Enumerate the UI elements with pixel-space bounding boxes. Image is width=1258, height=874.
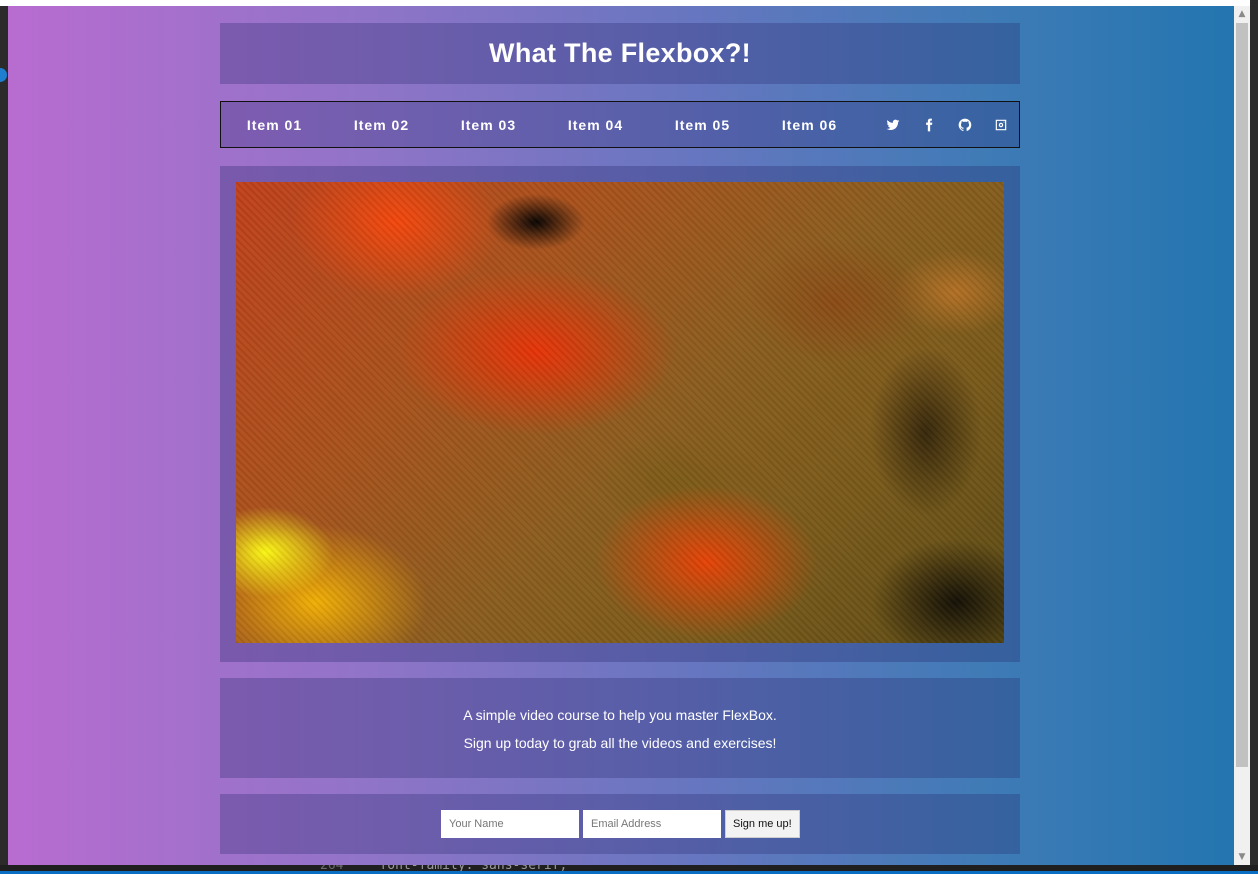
main-nav: Item 01 Item 02 Item 03 Item 04 Item 05 …: [220, 101, 1020, 148]
signup-form: Sign me up!: [441, 810, 800, 838]
browser-viewport: What The Flexbox?! Item 01 Item 02 Item …: [8, 6, 1234, 865]
site-header: What The Flexbox?!: [220, 23, 1020, 84]
twitter-icon[interactable]: [875, 115, 911, 135]
hero-image: [236, 182, 1004, 643]
github-icon[interactable]: [947, 115, 983, 135]
signup-button[interactable]: Sign me up!: [725, 810, 800, 838]
facebook-icon[interactable]: [911, 115, 947, 135]
editor-right-strip: [1250, 0, 1258, 874]
nav-item-04[interactable]: Item 04: [542, 117, 649, 133]
instagram-icon[interactable]: [983, 115, 1019, 135]
code-editor-strip: 264 font-family: sans-serif;: [0, 865, 1258, 874]
intro-line-1: A simple video course to help you master…: [463, 707, 777, 723]
vertical-scrollbar[interactable]: ▲ ▼: [1234, 6, 1250, 865]
social-links: [875, 115, 1019, 135]
nav-item-03[interactable]: Item 03: [435, 117, 542, 133]
email-input[interactable]: [583, 810, 721, 838]
signup-section: Sign me up!: [220, 794, 1020, 854]
editor-indicator-dot: [0, 68, 7, 82]
page-title: What The Flexbox?!: [489, 38, 751, 68]
scroll-down-arrow-icon[interactable]: ▼: [1234, 849, 1250, 865]
hero-section: [220, 166, 1020, 662]
intro-section: A simple video course to help you master…: [220, 678, 1020, 778]
scroll-up-arrow-icon[interactable]: ▲: [1234, 6, 1250, 22]
scroll-thumb[interactable]: [1236, 23, 1248, 767]
intro-line-2: Sign up today to grab all the videos and…: [463, 735, 777, 751]
name-input[interactable]: [441, 810, 579, 838]
editor-left-strip: [0, 0, 8, 874]
nav-item-06[interactable]: Item 06: [756, 117, 863, 133]
nav-item-01[interactable]: Item 01: [221, 117, 328, 133]
nav-item-02[interactable]: Item 02: [328, 117, 435, 133]
nav-item-05[interactable]: Item 05: [649, 117, 756, 133]
window-top-edge: [0, 0, 1250, 6]
